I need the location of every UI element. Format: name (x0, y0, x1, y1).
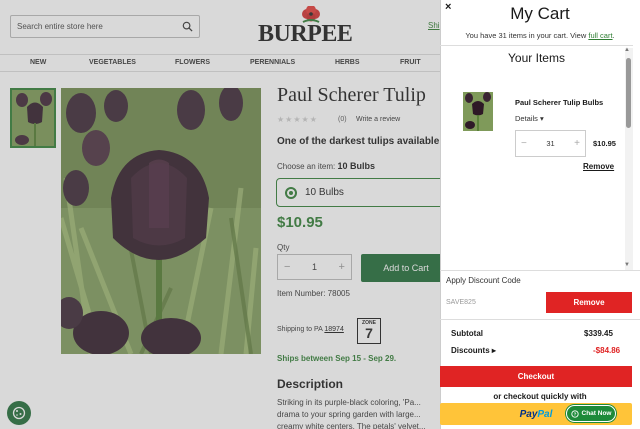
paypal-logo-pal: Pal (537, 408, 553, 420)
scrollbar-thumb[interactable] (626, 58, 631, 128)
minus-icon[interactable]: − (521, 138, 527, 149)
express-checkout-label: or checkout quickly with (493, 392, 587, 401)
discounts-toggle[interactable]: Discounts ▸ (451, 346, 496, 355)
cart-quantity-stepper[interactable]: − 31 + (515, 130, 586, 157)
full-cart-link[interactable]: full cart (588, 31, 612, 40)
details-label: Details (515, 114, 538, 123)
cart-qty-value[interactable]: 31 (546, 139, 554, 148)
scroll-up-icon[interactable]: ▲ (624, 47, 630, 53)
divider (440, 45, 633, 46)
svg-text:?: ? (573, 411, 576, 416)
caret-right-icon: ▸ (491, 346, 496, 355)
checkout-button[interactable]: Checkout (440, 366, 632, 387)
page-dim-overlay[interactable] (0, 0, 440, 429)
chat-now-button[interactable]: ? Chat Now (566, 405, 616, 422)
subtotal-value: $339.45 (584, 329, 613, 338)
subtotal-label: Subtotal (451, 329, 483, 338)
cart-item-price: $10.95 (593, 139, 616, 148)
cart-subtitle-text: You have 31 items in your cart. View (465, 31, 587, 40)
chat-icon: ? (570, 409, 579, 418)
scroll-down-icon[interactable]: ▼ (624, 262, 630, 268)
remove-discount-button[interactable]: Remove (546, 292, 632, 313)
cart-subtitle-period: . (612, 31, 615, 40)
cart-item-remove-link[interactable]: Remove (583, 162, 614, 171)
caret-down-icon: ▾ (540, 114, 544, 123)
cart-item-details-toggle[interactable]: Details ▾ (515, 114, 544, 123)
discounts-label: Discounts (451, 346, 490, 355)
paypal-logo-pay: Pay (519, 408, 538, 420)
discount-code-field[interactable]: SAVE825 (446, 292, 546, 313)
discounts-value: -$84.86 (593, 346, 621, 355)
plus-icon[interactable]: + (574, 138, 580, 149)
cart-item-name[interactable]: Paul Scherer Tulip Bulbs (515, 98, 603, 107)
chat-now-label: Chat Now (581, 410, 612, 417)
your-items-heading: Your Items (508, 51, 565, 65)
cart-subtitle: You have 31 items in your cart. View ful… (440, 31, 640, 40)
discount-code-label: Apply Discount Code (446, 276, 521, 285)
cart-title: My Cart (510, 4, 570, 23)
cart-item-image[interactable] (463, 92, 493, 131)
divider (440, 270, 640, 271)
divider (440, 319, 640, 320)
